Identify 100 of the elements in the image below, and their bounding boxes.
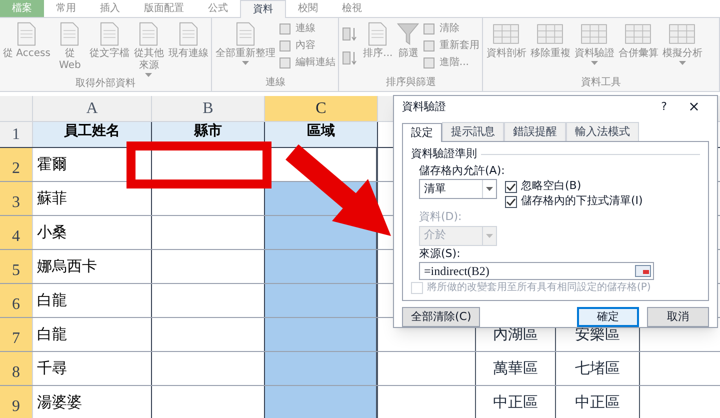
group-label: 排序與篩選: [384, 77, 437, 90]
table-icon: [492, 22, 520, 46]
funnel-icon: [397, 22, 420, 46]
row-header[interactable]: 4: [0, 216, 33, 249]
ribbon-tab[interactable]: 插入: [88, 0, 132, 17]
dialog-button[interactable]: 取消: [647, 307, 709, 327]
ribbon-small-button[interactable]: 內容: [279, 39, 336, 53]
dialog-tab[interactable]: 輸入法模式: [566, 122, 639, 141]
ribbon-tab[interactable]: 校閱: [286, 0, 330, 17]
dialog-button[interactable]: 確定: [577, 307, 639, 327]
ribbon-button[interactable]: 篩選: [395, 18, 422, 60]
dialog-tab[interactable]: 提示訊息: [442, 122, 504, 141]
ribbon-tab[interactable]: 資料: [240, 0, 286, 18]
table-cell: 蘇菲: [33, 182, 152, 215]
group-label: 取得外部資料: [74, 78, 137, 91]
table-icon: [624, 22, 652, 46]
row-header[interactable]: 8: [0, 352, 33, 385]
dialog-tab[interactable]: 錯誤提醒: [504, 122, 566, 141]
ribbon-small-button[interactable]: 進階...: [423, 56, 480, 70]
table-cell: 白龍: [33, 318, 152, 351]
source-field[interactable]: =indirect(B2): [419, 262, 654, 280]
ribbon-button[interactable]: 從其他來源: [131, 18, 166, 78]
group-label: 資料工具: [580, 77, 622, 90]
document-icon: [368, 22, 388, 46]
ribbon-button[interactable]: 資料剖析: [484, 18, 528, 60]
ribbon-button[interactable]: 模擬分析: [660, 18, 704, 66]
table-cell: 萬華區: [475, 352, 555, 385]
ribbon-button[interactable]: 排序...: [360, 18, 396, 60]
ribbon-button[interactable]: 移除重複: [528, 18, 572, 60]
small-icon: [279, 23, 292, 35]
document-icon: [100, 22, 119, 46]
field-label: 來源(S):: [419, 246, 462, 262]
table-cell: 七堵區: [555, 352, 640, 385]
group-label: 資料驗證準則: [411, 146, 477, 162]
ribbon-button[interactable]: 從 Web: [52, 18, 88, 72]
small-icon: [279, 40, 292, 52]
checkbox-label: 將所做的改變套用至所有具有相同設定的儲存格(P): [427, 280, 651, 295]
help-button[interactable]: ?: [649, 98, 679, 116]
table-cell: 湯婆婆: [33, 386, 152, 418]
caret-icon: [486, 187, 493, 191]
ribbon-tab[interactable]: 公式: [196, 0, 240, 17]
table-cell: 中正區: [555, 386, 640, 418]
ribbon-small-button[interactable]: 重新套用: [423, 39, 480, 53]
table-cell: 中正區: [475, 386, 555, 418]
table-cell: 娜烏西卡: [33, 250, 152, 283]
document-icon: [17, 22, 36, 46]
ribbon-tab[interactable]: 檔案: [0, 0, 44, 17]
ribbon-button[interactable]: 資料驗證: [572, 18, 616, 66]
ribbon-button[interactable]: 全部重新整理: [213, 18, 278, 66]
row-header[interactable]: 7: [0, 318, 33, 351]
row-header[interactable]: 3: [0, 182, 33, 215]
small-icon: [423, 40, 436, 52]
caret-icon: [486, 234, 493, 238]
dropdown-field[interactable]: 清單: [419, 179, 497, 199]
ribbon-small-button[interactable]: 清除: [423, 22, 480, 36]
header-cell: 員工姓名: [33, 122, 152, 147]
dialog-button[interactable]: 全部清除(C): [402, 307, 480, 327]
ribbon-small-button[interactable]: 編輯連結: [279, 56, 336, 70]
range-select-icon[interactable]: [635, 265, 651, 277]
checkbox[interactable]: [505, 196, 517, 208]
document-icon: [60, 22, 80, 46]
column-header[interactable]: C: [265, 96, 378, 121]
small-icon: [279, 57, 292, 69]
sort-icon: [342, 50, 358, 66]
table-cell: 白龍: [33, 284, 152, 317]
dialog-title: 資料驗證: [402, 98, 447, 115]
row-header[interactable]: 5: [0, 250, 33, 283]
field-label: 儲存格內允許(A):: [419, 164, 505, 176]
row-header[interactable]: 1: [0, 122, 33, 147]
dialog-tab[interactable]: 設定: [402, 123, 442, 142]
row-header[interactable]: 6: [0, 284, 33, 317]
ribbon-tab[interactable]: 檢視: [330, 0, 374, 17]
checkbox-label: 忽略空白(B): [521, 178, 582, 194]
table-cell: 霍爾: [33, 148, 152, 181]
ribbon-tab[interactable]: 版面配置: [132, 0, 196, 17]
header-cell: 區域: [265, 122, 378, 147]
small-icon: [423, 57, 436, 69]
small-icon: [423, 23, 436, 35]
document-icon: [139, 22, 158, 46]
table-icon: [668, 22, 696, 46]
document-icon: [178, 22, 198, 46]
ribbon-small-button[interactable]: 連線: [279, 22, 336, 36]
checkbox-label: 儲存格內的下拉式清單(I): [521, 193, 643, 210]
row-header[interactable]: 2: [0, 148, 33, 181]
ribbon-button[interactable]: 從文字檔: [87, 18, 132, 60]
checkbox[interactable]: [505, 180, 517, 192]
column-header[interactable]: A: [33, 96, 152, 121]
row-header[interactable]: 9: [0, 386, 33, 418]
document-icon: [236, 22, 255, 46]
ribbon-tab[interactable]: 常用: [44, 0, 88, 17]
close-button[interactable]: ×: [679, 96, 709, 118]
ribbon-button[interactable]: 合併彙算: [616, 18, 660, 60]
ribbon-button[interactable]: 現有連線: [166, 18, 210, 60]
ribbon-button[interactable]: 從 Access: [1, 18, 52, 60]
field-label: 資料(D):: [419, 210, 462, 223]
group-label: 連線: [264, 77, 286, 90]
table-cell: 千尋: [33, 352, 152, 385]
sort-icon: [342, 26, 358, 42]
table-cell: 小桑: [33, 216, 152, 249]
table-icon: [536, 22, 564, 46]
